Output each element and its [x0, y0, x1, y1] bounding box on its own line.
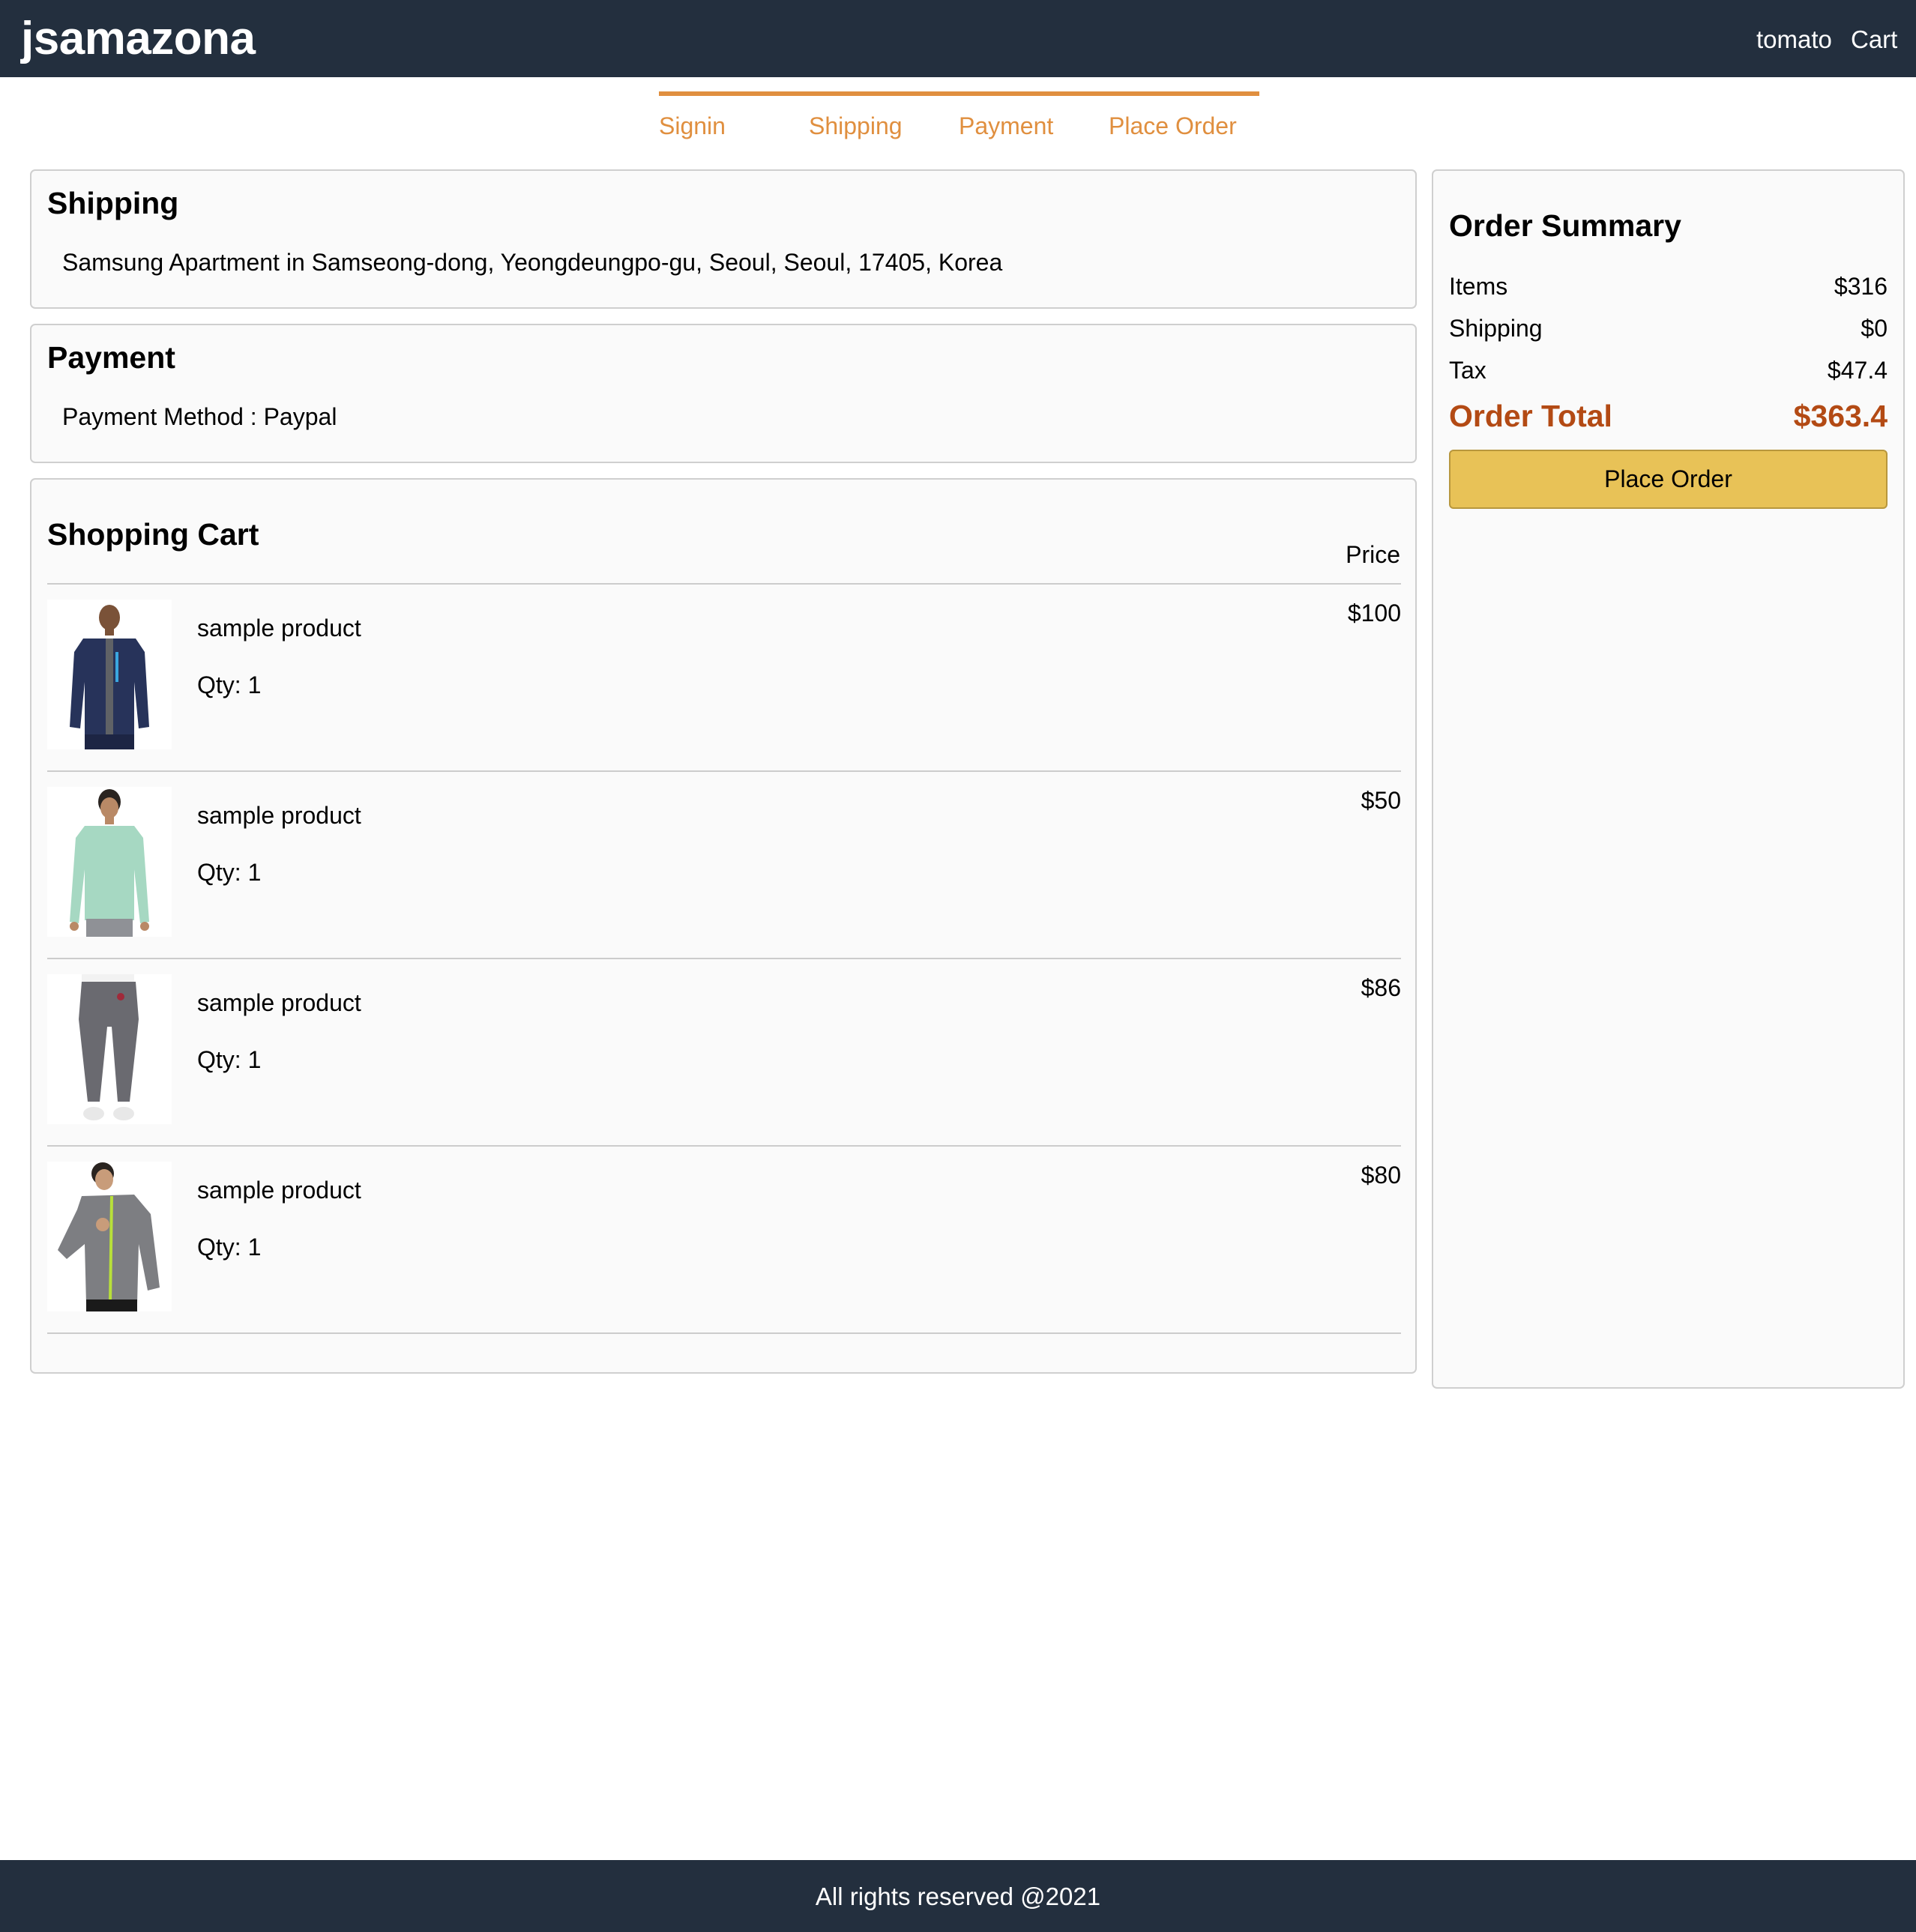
product-qty: Qty: 1	[197, 1234, 262, 1261]
summary-items-label: Items	[1449, 273, 1508, 300]
product-qty: Qty: 1	[197, 1046, 262, 1073]
product-price: $86	[1361, 974, 1401, 1001]
cart-item-row: sample product Qty: 1 $50	[47, 772, 1401, 959]
summary-tax-row: Tax $47.4	[1449, 357, 1888, 387]
product-name-link[interactable]: sample product	[197, 615, 361, 642]
navy-hoodie-image	[47, 600, 172, 749]
summary-shipping-value: $0	[1861, 315, 1888, 342]
payment-card: Payment Payment Method : Paypal	[30, 324, 1417, 463]
checkout-step-label: Payment	[959, 112, 1054, 139]
summary-total-row: Order Total $363.4	[1449, 399, 1888, 436]
price-column-header: Price	[1346, 541, 1400, 568]
mint-shirt-image	[47, 787, 172, 937]
order-summary-title: Order Summary	[1449, 208, 1681, 243]
checkout-step-payment: Payment	[959, 91, 1109, 144]
product-price: $100	[1347, 600, 1401, 627]
shipping-title: Shipping	[47, 186, 179, 220]
summary-tax-label: Tax	[1449, 357, 1486, 384]
place-order-button[interactable]: Place Order	[1449, 450, 1888, 509]
divider	[47, 1332, 1401, 1334]
product-image[interactable]	[47, 787, 172, 937]
footer-copyright: All rights reserved @2021	[815, 1883, 1101, 1910]
brand-logo-link[interactable]: jsamazona	[21, 12, 256, 65]
product-image[interactable]	[47, 1162, 172, 1311]
checkout-steps: Signin Shipping Payment Place Order	[659, 91, 1259, 144]
product-image[interactable]	[47, 600, 172, 749]
product-image[interactable]	[47, 974, 172, 1124]
order-total-label: Order Total	[1449, 399, 1612, 433]
summary-shipping-label: Shipping	[1449, 315, 1543, 342]
cart-item-row: sample product Qty: 1 $100	[47, 585, 1401, 772]
product-name-link[interactable]: sample product	[197, 1177, 361, 1204]
footer: All rights reserved @2021	[0, 1860, 1916, 1932]
payment-method: Payment Method : Paypal	[62, 403, 337, 430]
product-price: $50	[1361, 787, 1401, 814]
product-qty: Qty: 1	[197, 671, 262, 698]
product-qty: Qty: 1	[197, 859, 262, 886]
gray-joggers-image	[47, 974, 172, 1124]
product-name-link[interactable]: sample product	[197, 989, 361, 1017]
summary-tax-value: $47.4	[1827, 357, 1888, 384]
product-price: $80	[1361, 1162, 1401, 1189]
checkout-step-shipping: Shipping	[809, 91, 959, 144]
user-menu-link[interactable]: tomato	[1756, 25, 1832, 54]
order-summary-card: Order Summary Items $316 Shipping $0 Tax…	[1432, 169, 1905, 1389]
checkout-step-label: Signin	[659, 112, 726, 139]
cart-item-row: sample product Qty: 1 $80	[47, 1147, 1401, 1334]
top-navbar: jsamazona tomato Cart	[0, 0, 1916, 77]
checkout-step-label: Place Order	[1109, 112, 1237, 139]
checkout-step-label: Shipping	[809, 112, 903, 139]
summary-items-value: $316	[1834, 273, 1888, 300]
cart-item-row: sample product Qty: 1 $86	[47, 959, 1401, 1147]
shipping-address: Samsung Apartment in Samseong-dong, Yeon…	[62, 249, 1003, 276]
checkout-step-place-order: Place Order	[1109, 91, 1259, 144]
summary-items-row: Items $316	[1449, 273, 1888, 303]
checkout-step-signin: Signin	[659, 91, 809, 144]
payment-title: Payment	[47, 340, 175, 375]
summary-shipping-row: Shipping $0	[1449, 315, 1888, 345]
gray-jacket-image	[47, 1162, 172, 1311]
product-name-link[interactable]: sample product	[197, 802, 361, 830]
cart-title: Shopping Cart	[47, 517, 259, 552]
order-total-value: $363.4	[1793, 399, 1888, 433]
shopping-cart-card: Shopping Cart Price sample product Qty: …	[30, 478, 1417, 1374]
shipping-card: Shipping Samsung Apartment in Samseong-d…	[30, 169, 1417, 309]
cart-link[interactable]: Cart	[1851, 25, 1897, 54]
